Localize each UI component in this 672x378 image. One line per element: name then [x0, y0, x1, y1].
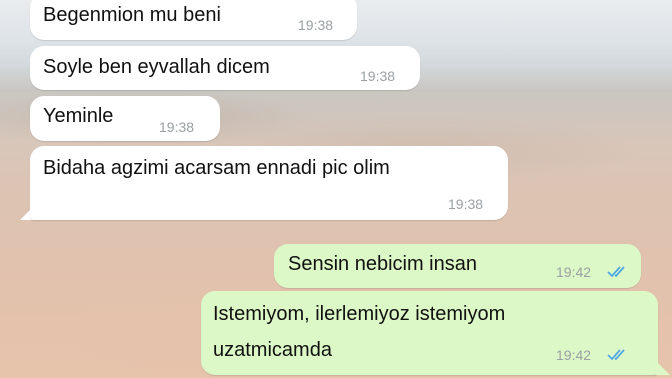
incoming-message[interactable]: Bidaha agzimi acarsam ennadi pic olim 19…	[30, 146, 508, 220]
message-text: Soyle ben eyvallah dicem	[43, 56, 270, 78]
message-timestamp: 19:38	[360, 68, 396, 84]
message-text: Begenmion mu beni	[43, 4, 221, 26]
message-timestamp: 19:42	[556, 347, 592, 363]
message-text: Yeminle	[43, 105, 114, 127]
double-check-read-icon	[607, 266, 625, 278]
double-check-read-icon	[607, 349, 625, 361]
message-timestamp: 19:42	[556, 264, 592, 280]
message-timestamp: 19:38	[448, 196, 484, 212]
message-text: Bidaha agzimi acarsam ennadi pic olim	[43, 157, 390, 179]
message-text: Sensin nebicim insan	[288, 253, 477, 275]
outgoing-message[interactable]: Sensin nebicim insan 19:42	[274, 244, 641, 288]
message-timestamp: 19:38	[159, 119, 195, 135]
message-timestamp: 19:38	[298, 17, 334, 33]
incoming-message[interactable]: Begenmion mu beni 19:38	[30, 0, 357, 40]
incoming-message[interactable]: Soyle ben eyvallah dicem 19:38	[30, 46, 420, 90]
message-text-line-2: uzatmicamda	[213, 339, 332, 361]
outgoing-message[interactable]: Istemiyom, ilerlemiyoz istemiyom uzatmic…	[201, 291, 658, 375]
incoming-message[interactable]: Yeminle 19:38	[30, 96, 220, 141]
message-text-line-1: Istemiyom, ilerlemiyoz istemiyom	[213, 303, 506, 325]
